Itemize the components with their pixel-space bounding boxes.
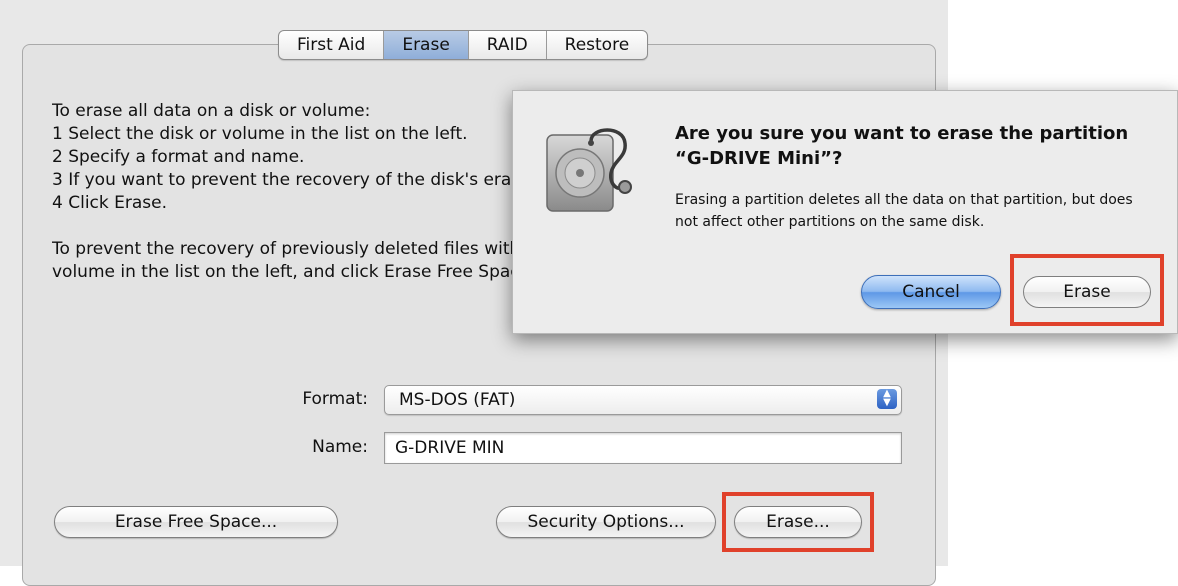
tab-erase[interactable]: Erase	[384, 31, 469, 59]
erase-instructions: To erase all data on a disk or volume: 1…	[52, 100, 522, 284]
instruction-step: 1 Select the disk or volume in the list …	[52, 124, 468, 144]
instruction-step: 4 Click Erase.	[52, 193, 167, 213]
free-space-instructions-line2: volume in the list on the left, and clic…	[52, 262, 522, 282]
erase-confirmation-dialog: Are you sure you want to erase the parti…	[512, 90, 1178, 334]
cancel-button[interactable]: Cancel	[861, 275, 1001, 309]
format-select-value: MS-DOS (FAT)	[399, 390, 516, 410]
instruction-step: 3 If you want to prevent the recovery of…	[52, 170, 522, 190]
name-field-container	[384, 432, 902, 464]
name-field[interactable]	[393, 437, 887, 459]
dialog-title: Are you sure you want to erase the parti…	[675, 123, 1129, 169]
tab-raid[interactable]: RAID	[469, 31, 547, 59]
instructions-heading: To erase all data on a disk or volume:	[52, 101, 371, 121]
tab-restore[interactable]: Restore	[547, 31, 648, 59]
disk-utility-icon	[541, 121, 637, 217]
dialog-message: Erasing a partition deletes all the data…	[675, 192, 1133, 230]
dialog-erase-button[interactable]: Erase	[1023, 276, 1151, 308]
tab-bar: First Aid Erase RAID Restore	[278, 30, 649, 60]
free-space-instructions-line1: To prevent the recovery of previously de…	[52, 239, 522, 259]
name-label: Name:	[312, 437, 368, 457]
erase-free-space-button[interactable]: Erase Free Space...	[54, 506, 338, 538]
instruction-step: 2 Specify a format and name.	[52, 147, 305, 167]
security-options-button[interactable]: Security Options...	[496, 506, 716, 538]
tab-first-aid[interactable]: First Aid	[279, 31, 385, 59]
format-label: Format:	[302, 389, 368, 409]
erase-button[interactable]: Erase...	[734, 506, 862, 538]
up-down-arrows-icon: ▲ ▼	[877, 389, 897, 409]
format-select[interactable]: MS-DOS (FAT) ▲ ▼	[384, 385, 902, 415]
